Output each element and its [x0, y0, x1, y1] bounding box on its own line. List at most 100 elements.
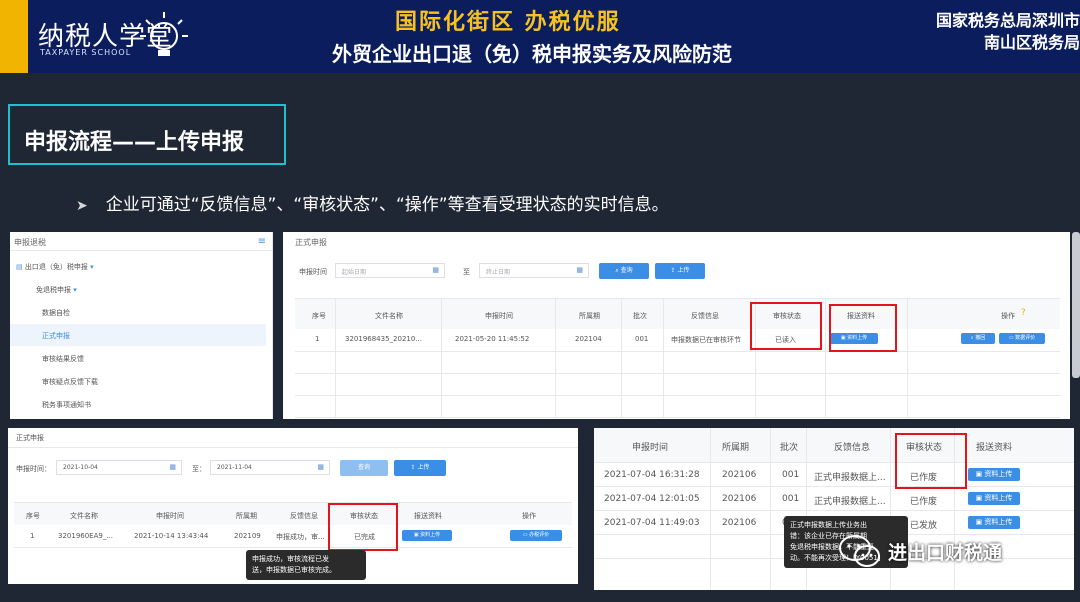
table-header-row: 序号 文件名称 申报时间 所属期 反馈信息 审核状态 报送资料 操作 — [14, 503, 572, 525]
tax-evaluation-label: 办税评价 — [529, 532, 550, 538]
sidebar-item-audit-feedback[interactable]: 审核结果反馈 — [42, 354, 84, 364]
col-header: 反馈信息 — [290, 512, 318, 520]
wechat-icon — [839, 535, 880, 567]
upload-button[interactable]: ⇪ 上传 — [655, 263, 705, 279]
sidebar-item-formal-declaration[interactable]: 正式申报 — [42, 331, 70, 341]
data-evaluation-button[interactable]: ▭ 数据评价 — [999, 333, 1045, 344]
col-header: 所属期 — [579, 312, 600, 320]
end-date-input[interactable]: 终止日期 ▦ — [479, 263, 589, 278]
cell-filename: 3201960EA9_... — [58, 532, 114, 540]
table-header-row: 申报时间 所属期 批次 反馈信息 审核状态 报送资料 — [594, 428, 1074, 462]
materials-upload-button[interactable]: ▣ 资料上传 — [968, 516, 1020, 529]
data-evaluation-label: 数据评价 — [1015, 335, 1036, 341]
cell-period: 202109 — [234, 532, 261, 540]
cell-audit-status: 已作废 — [910, 497, 938, 507]
end-date-value: 2021-11-04 — [217, 464, 252, 471]
panel-title: 正式申报 — [295, 238, 327, 247]
sidebar-item-doubt-download[interactable]: 审核疑点反馈下载 — [42, 377, 98, 387]
materials-upload-button[interactable]: ▣ 资料上传 — [402, 530, 452, 541]
caret-down-icon: ▾ — [90, 263, 94, 271]
col-header: 报送资料 — [976, 443, 1013, 453]
table-row: 2021-07-04 16:31:28 202106 001 正式申报数据上..… — [594, 463, 1074, 486]
start-date-input[interactable]: 2021-10-04 ▦ — [56, 460, 182, 475]
col-header: 序号 — [312, 312, 326, 320]
search-button[interactable]: 查询 — [340, 460, 388, 476]
highlight-materials — [829, 304, 897, 352]
cell-index: 1 — [315, 335, 320, 343]
table-rule — [14, 547, 572, 548]
cell-period: 202106 — [722, 518, 757, 528]
lightbulb-icon — [140, 12, 188, 56]
sidebar-title: 申报退税 — [14, 238, 46, 247]
materials-upload-button[interactable]: ▣ 资料上传 — [968, 468, 1020, 481]
withdraw-label: 撤回 — [975, 335, 986, 341]
materials-upload-button[interactable]: ▣ 资料上传 — [968, 492, 1020, 505]
col-header: 操作 — [522, 512, 536, 520]
start-date-value: 2021-10-04 — [63, 464, 98, 471]
calendar-icon: ▦ — [432, 266, 439, 274]
tooltip-line: 申报成功，审核流程已发 — [252, 555, 329, 563]
search-button[interactable]: ⌕ 查询 — [599, 263, 649, 279]
table-col-rule — [621, 299, 622, 417]
organization-name: 国家税务总局深圳市 南山区税务局 — [918, 10, 1080, 54]
sidebar-item-tax-notice[interactable]: 税务事项通知书 — [42, 400, 91, 410]
cell-audit-status: 已发放 — [910, 521, 938, 531]
cell-time: 2021-07-04 12:01:05 — [604, 494, 700, 504]
formal-declaration-panel-left: 正式申报 申报时间： 2021-10-04 ▦ 至： 2021-11-04 ▦ … — [8, 428, 578, 584]
table-row: 1 3201968435_20210... 2021-05-20 11:45:5… — [295, 329, 1060, 351]
table-row: 2021-07-04 12:01:05 202106 001 正式申报数据上..… — [594, 487, 1074, 510]
col-header: 序号 — [26, 512, 40, 520]
sidebar-item-self-check[interactable]: 数据自检 — [42, 308, 70, 318]
sidebar-item-exempt-refund[interactable]: 免退税申报 ▾ — [36, 285, 77, 295]
tax-evaluation-button[interactable]: ▭ 办税评价 — [510, 530, 562, 541]
upload-button-label: 上传 — [677, 267, 690, 274]
col-header: 批次 — [633, 312, 647, 320]
upload-button-label: 上传 — [417, 464, 430, 471]
col-header: 所属期 — [722, 443, 750, 453]
materials-upload-label: 资料上传 — [420, 532, 441, 538]
cell-period: 202106 — [722, 470, 757, 480]
cell-batch: 001 — [782, 494, 800, 504]
col-header: 申报时间 — [632, 443, 669, 453]
calendar-icon: ▦ — [576, 266, 583, 274]
table-col-rule — [555, 299, 556, 417]
withdraw-button[interactable]: ⌕ 撤回 — [961, 333, 995, 344]
taxpayer-school-logo: 纳税人学堂 TAXPAYER SCHOOL — [38, 8, 188, 64]
col-header: 报送资料 — [414, 512, 442, 520]
formal-declaration-panel-top: 正式申报 申报时间 起始日期 ▦ 至 终止日期 ▦ ⌕ 查询 ⇪ 上传 序号 文… — [283, 232, 1070, 419]
feedback-tooltip: 申报成功，审核流程已发 送，申报数据已审核完成。 — [246, 550, 366, 580]
search-button-label: 查询 — [620, 267, 633, 274]
upload-button[interactable]: ⇪ 上传 — [394, 460, 446, 476]
table-col-rule — [441, 299, 442, 417]
col-header: 操作 — [1001, 312, 1015, 320]
to-label: 至 — [463, 268, 470, 276]
header-accent-bar — [0, 0, 28, 73]
caret-down-icon: ▾ — [73, 286, 77, 294]
cell-feedback: 正式申报数据上... — [814, 497, 886, 507]
sidebar-item-export-refund[interactable]: ▤ 出口退（免）税申报 ▾ — [16, 262, 94, 272]
table-col-rule — [825, 299, 826, 417]
materials-upload-label: 资料上传 — [984, 494, 1013, 502]
section-title-box: 申报流程——上传申报 — [8, 104, 286, 165]
end-date-input[interactable]: 2021-11-04 ▦ — [210, 460, 330, 475]
materials-upload-label: 资料上传 — [984, 518, 1013, 526]
col-header: 申报时间 — [485, 312, 513, 320]
document-icon: ▤ — [16, 263, 23, 271]
cell-index: 1 — [30, 532, 35, 540]
logo-subtitle: TAXPAYER SCHOOL — [40, 48, 132, 57]
cell-feedback: 申报成功，审... — [276, 533, 325, 541]
start-date-input[interactable]: 起始日期 ▦ — [335, 263, 445, 278]
menu-icon[interactable]: ≡ — [258, 236, 266, 247]
upload-icon: ⇪ — [670, 267, 676, 274]
bullet-text: ➤ 企业可通过“反馈信息”、“审核状态”、“操作”等查看受理状态的实时信息。 — [76, 190, 669, 215]
cell-feedback: 正式申报数据上... — [814, 473, 886, 483]
scrollbar[interactable] — [1072, 232, 1080, 378]
slide-header: 纳税人学堂 TAXPAYER SCHOOL 国际化街区 办税优服 外贸企业出口退… — [0, 0, 1080, 73]
col-header: 所属期 — [236, 512, 257, 520]
declaration-table: 序号 文件名称 申报时间 所属期 批次 反馈信息 审核状态 报送资料 操作 ? … — [295, 298, 1060, 418]
col-header: 反馈信息 — [691, 312, 719, 320]
help-icon[interactable]: ? — [1021, 308, 1026, 318]
watermark-text: 进出口财税通 — [888, 542, 1003, 564]
panel-title: 正式申报 — [16, 434, 44, 442]
chat-icon: ▭ — [1008, 335, 1014, 341]
